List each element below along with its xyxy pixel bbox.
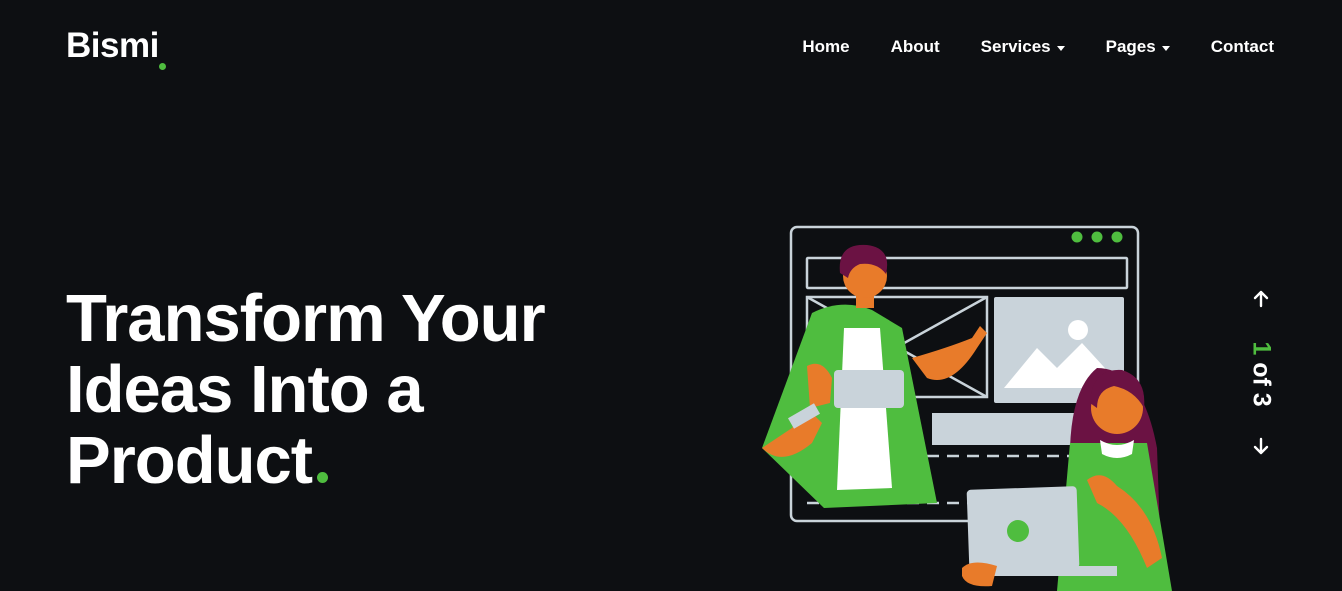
nav-item-services[interactable]: Services: [981, 37, 1065, 57]
nav-item-label: Contact: [1210, 37, 1274, 56]
arrow-up-icon[interactable]: [1250, 288, 1272, 310]
nav-item-contact[interactable]: Contact: [1211, 37, 1274, 57]
caret-down-icon: [1056, 45, 1065, 51]
nav-item-home[interactable]: Home: [802, 37, 849, 57]
nav-item-label: Services: [980, 37, 1051, 56]
nav-item-label: About: [890, 37, 940, 56]
main-nav: Home About Services Pages Contact: [802, 37, 1274, 57]
slide-total: 3: [1247, 392, 1276, 407]
window-dots: [1071, 231, 1123, 243]
slide-current: 1: [1247, 341, 1276, 356]
brand-name: Bismi: [66, 26, 159, 65]
slide-separator: of: [1247, 362, 1276, 386]
hero-illustration: [762, 225, 1172, 591]
hero-title-line: Transform Your: [66, 281, 546, 356]
nav-item-label: Home: [802, 37, 850, 56]
hero-title-line: Product: [66, 423, 313, 498]
slider-nav: 1 of 3: [1240, 288, 1282, 460]
arrow-down-icon[interactable]: [1250, 435, 1272, 457]
nav-item-pages[interactable]: Pages: [1106, 37, 1170, 57]
slide-counter: 1 of 3: [1247, 341, 1276, 407]
nav-item-label: Pages: [1105, 37, 1156, 56]
logo-dot: [159, 63, 166, 70]
hero-title-line: Ideas Into a: [66, 352, 424, 427]
nav-item-about[interactable]: About: [891, 37, 940, 57]
caret-down-icon: [1161, 45, 1170, 51]
brand-logo[interactable]: Bismi: [66, 26, 166, 70]
accent-dot: [317, 472, 329, 483]
hero-title: Transform Your Ideas Into a Product: [66, 283, 626, 496]
man-illustration: [762, 244, 987, 508]
